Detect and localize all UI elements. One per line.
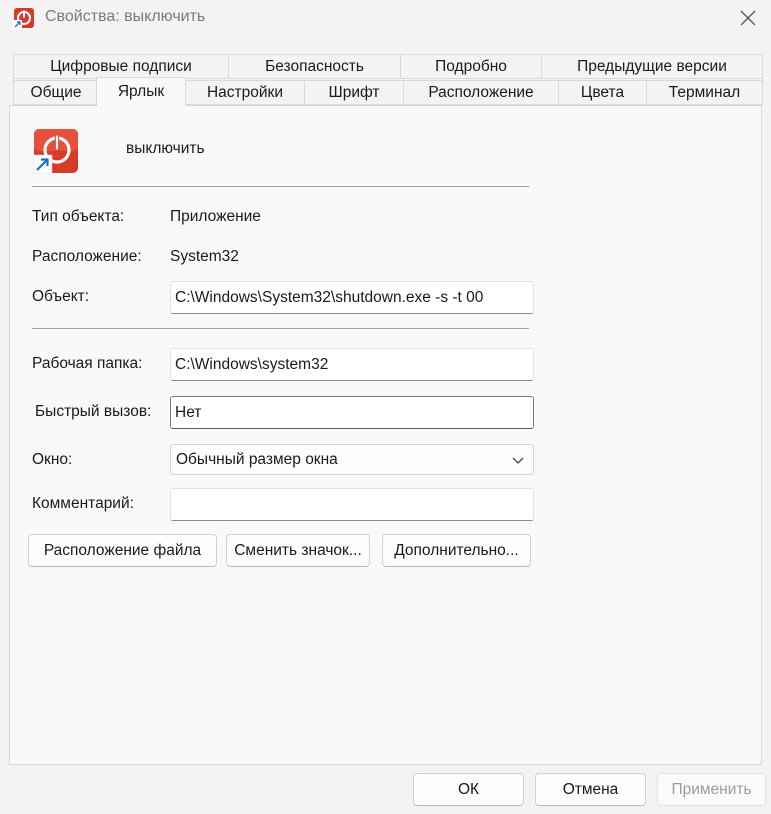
tab-details[interactable]: Подробно [400,54,542,79]
title-bar: Свойства: выключить [0,0,771,36]
advanced-button[interactable]: Дополнительно... [382,534,531,567]
cancel-button[interactable]: Отмена [535,773,646,806]
tab-options[interactable]: Настройки [185,80,305,105]
hotkey-input[interactable] [170,396,534,429]
window-mode-value: Обычный размер окна [176,451,338,468]
ok-button[interactable]: ОК [413,773,524,806]
type-value: Приложение [170,208,261,225]
tab-digital-signatures[interactable]: Цифровые подписи [13,54,229,79]
tab-colors[interactable]: Цвета [558,80,647,105]
close-icon [740,10,756,26]
comment-input[interactable] [170,488,534,521]
target-input[interactable] [170,281,534,314]
tab-previous-versions[interactable]: Предыдущие версии [541,54,763,79]
workdir-label: Рабочая папка: [32,355,143,372]
tab-security[interactable]: Безопасность [228,54,401,79]
window-mode-label: Окно: [32,451,73,468]
separator [32,328,529,329]
power-shutdown-icon [33,129,78,174]
location-label: Расположение: [32,248,142,265]
tab-layout[interactable]: Расположение [403,80,559,105]
tab-general[interactable]: Общие [13,80,99,105]
comment-label: Комментарий: [32,495,134,512]
tab-terminal[interactable]: Терминал [646,80,763,105]
separator [32,186,529,187]
chevron-down-icon [512,457,524,464]
target-label: Объект: [32,288,90,305]
power-shutdown-icon [13,8,34,29]
shortcut-name: выключить [126,140,205,157]
apply-button[interactable]: Применить [657,773,766,806]
change-icon-button[interactable]: Сменить значок... [226,534,370,567]
tab-shortcut[interactable]: Ярлык [96,77,186,106]
workdir-input[interactable] [170,348,534,381]
tab-font[interactable]: Шрифт [304,80,404,105]
close-button[interactable] [725,0,771,36]
hotkey-label: Быстрый вызов: [35,403,152,420]
location-value: System32 [170,248,239,265]
window-title: Свойства: выключить [45,8,206,25]
window-mode-select[interactable]: Обычный размер окна [170,444,534,475]
dialog-footer [0,765,771,814]
shortcut-panel [9,105,762,765]
open-file-location-button[interactable]: Расположение файла [28,534,217,567]
type-label: Тип объекта: [32,208,125,225]
